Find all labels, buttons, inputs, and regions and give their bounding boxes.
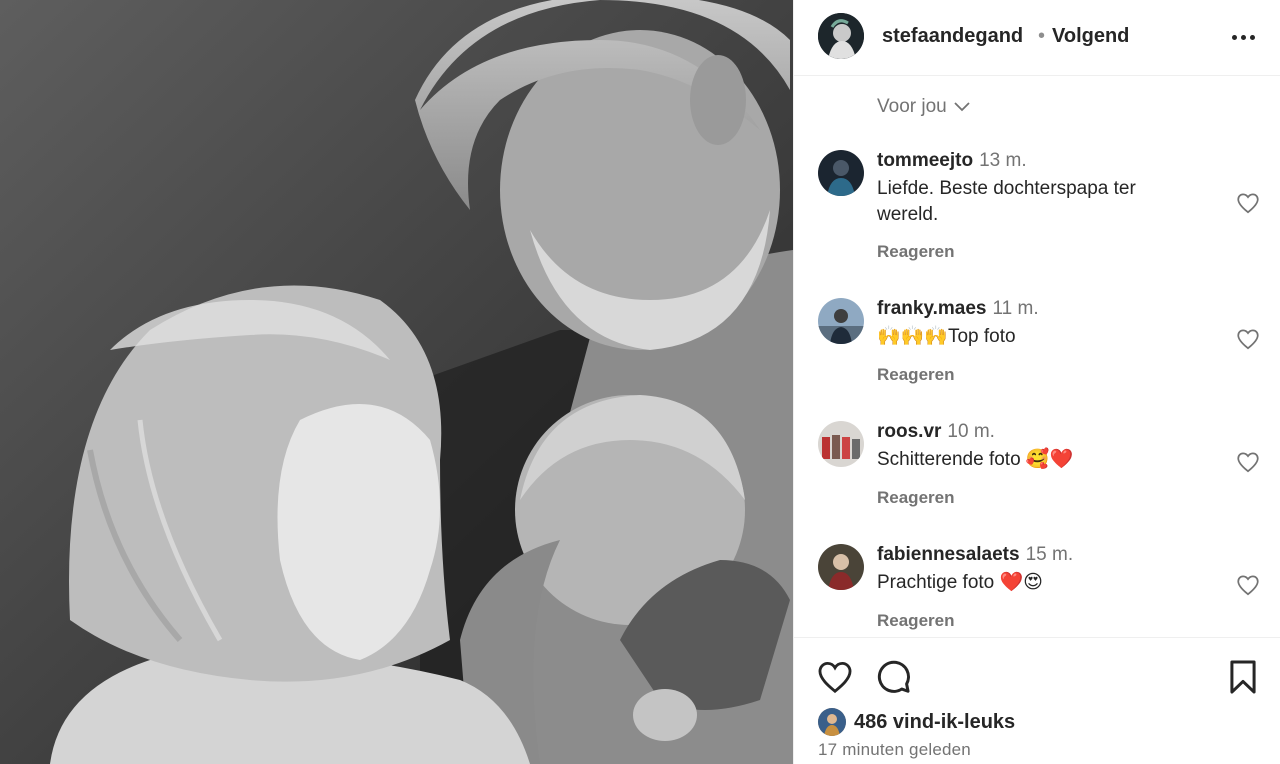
reply-button[interactable]: Reageren <box>877 242 954 262</box>
heart-icon[interactable] <box>1235 326 1261 352</box>
commenter-username[interactable]: roos.vr <box>877 421 941 442</box>
comment-time[interactable]: 10 m. <box>947 421 995 442</box>
comment-item: roos.vr 10 m. Schitterende foto 🥰❤️ Reage… <box>818 421 1261 521</box>
comment-icon[interactable] <box>874 658 912 696</box>
heart-icon[interactable] <box>1235 572 1261 598</box>
comment-time[interactable]: 13 m. <box>979 150 1027 171</box>
comment-item: fabiennesalaets 15 m. Prachtige foto ❤️😍 … <box>818 544 1261 636</box>
comment-text: 🙌🙌🙌Top foto <box>877 326 1016 347</box>
avatar-image <box>818 298 864 344</box>
sort-label: Voor jou <box>877 96 947 117</box>
comment-time[interactable]: 15 m. <box>1026 544 1074 565</box>
follow-status-button[interactable]: Volgend <box>1052 25 1129 48</box>
heart-icon[interactable] <box>1235 190 1261 216</box>
post-actions: 486 vind-ik-leuks 17 minuten geleden <box>794 637 1280 764</box>
comment-text: Liefde. Beste dochterspapa ter wereld. <box>877 178 1136 225</box>
post-timestamp[interactable]: 17 minuten geleden <box>818 740 971 760</box>
reply-button[interactable]: Reageren <box>877 365 954 385</box>
comment-header: fabiennesalaets 15 m. <box>877 544 1073 566</box>
post-photo <box>0 0 793 764</box>
commenter-avatar[interactable] <box>818 150 864 196</box>
post-sidebar: stefaandegand • Volgend Voor jou tommeej… <box>793 0 1280 764</box>
comment-header: franky.maes 11 m. <box>877 298 1039 320</box>
liker-avatar[interactable] <box>818 708 846 736</box>
header-separator: • <box>1038 25 1046 47</box>
more-options-icon[interactable] <box>1226 22 1260 52</box>
commenter-avatar[interactable] <box>818 544 864 590</box>
avatar-image <box>818 708 846 736</box>
likes-row: 486 vind-ik-leuks <box>818 708 1015 736</box>
avatar-image <box>818 13 864 59</box>
post-header: stefaandegand • Volgend <box>794 0 1280 76</box>
comment-text: Schitterende foto 🥰❤️ <box>877 449 1074 470</box>
comment-header: tommeejto 13 m. <box>877 150 1027 172</box>
comment-time[interactable]: 11 m. <box>993 298 1039 319</box>
avatar-image <box>818 150 864 196</box>
comment-sort-dropdown[interactable]: Voor jou <box>877 96 971 118</box>
commenter-avatar[interactable] <box>818 421 864 467</box>
comment-header: roos.vr 10 m. <box>877 421 995 443</box>
likes-count[interactable]: 486 vind-ik-leuks <box>854 711 1015 734</box>
comment-item: tommeejto 13 m. Liefde. Beste dochterspap… <box>818 150 1261 270</box>
avatar-image <box>818 544 864 590</box>
bookmark-icon[interactable] <box>1224 658 1262 696</box>
comment-item: franky.maes 11 m. 🙌🙌🙌Top foto Reageren <box>818 298 1261 398</box>
chevron-down-icon <box>954 102 970 112</box>
commenter-username[interactable]: fabiennesalaets <box>877 544 1020 565</box>
commenter-username[interactable]: tommeejto <box>877 150 973 171</box>
author-avatar[interactable] <box>818 13 864 59</box>
like-heart-icon[interactable] <box>816 658 854 696</box>
reply-button[interactable]: Reageren <box>877 488 954 508</box>
commenter-avatar[interactable] <box>818 298 864 344</box>
comment-text: Prachtige foto ❤️😍 <box>877 572 1043 593</box>
author-username[interactable]: stefaandegand <box>882 25 1023 48</box>
photo-illustration <box>0 0 793 764</box>
avatar-image <box>818 421 864 467</box>
reply-button[interactable]: Reageren <box>877 611 954 631</box>
heart-icon[interactable] <box>1235 449 1261 475</box>
commenter-username[interactable]: franky.maes <box>877 298 987 319</box>
